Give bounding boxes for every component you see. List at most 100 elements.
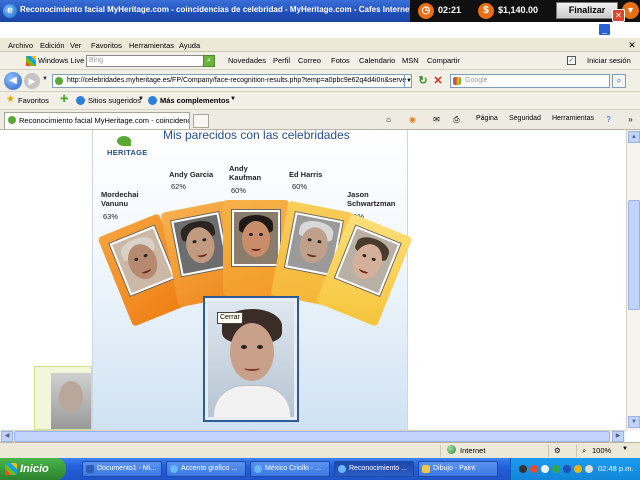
url-input[interactable]: http://celebridades.myheritage.es/FP/Com… (52, 74, 412, 88)
toolbar-novedades[interactable]: Novedades (228, 56, 266, 65)
celebrity-name: Andy Kaufman (229, 164, 262, 182)
favorites-button[interactable]: Favoritos (18, 96, 49, 105)
toolbar-compartir[interactable]: Compartir (427, 56, 460, 65)
search-icon[interactable]: ⌕ (612, 74, 626, 88)
menu-favoritos[interactable]: Favoritos (91, 41, 122, 50)
start-button[interactable]: Inicio (0, 458, 66, 480)
cafe-timer-bar: ◷ 02:21 $ $1,140.00 Finalizar ▼ (410, 0, 640, 22)
vertical-scrollbar[interactable]: ▲ ▼ (626, 130, 640, 430)
toolbar-fotos[interactable]: Fotos (331, 56, 350, 65)
rss-icon[interactable]: ◉ (408, 115, 417, 124)
toolbar-calendario[interactable]: Calendario (359, 56, 395, 65)
windows-live-label[interactable]: Windows Live (38, 56, 84, 65)
tray-icon[interactable] (563, 465, 571, 473)
taskbar-item-paint[interactable]: Dibujo - Paint (418, 461, 498, 477)
vertical-scroll-thumb[interactable] (628, 200, 640, 310)
taskbar-clock: 02:48 p.m. (598, 464, 634, 473)
face-image (242, 221, 270, 258)
stop-icon[interactable]: ✕ (432, 75, 444, 87)
horizontal-scrollbar[interactable]: ◀ ▶ (0, 430, 626, 442)
home-icon[interactable]: ⌂ (384, 115, 393, 124)
timer-money: $1,140.00 (498, 5, 539, 15)
menu-ayuda[interactable]: Ayuda (179, 41, 200, 50)
page-menu[interactable]: Página (476, 115, 498, 122)
help-icon[interactable]: ? (604, 115, 613, 124)
tray-icon[interactable] (574, 465, 582, 473)
page-content: HERITAGE Mis parecidos con las celebrida… (0, 130, 626, 430)
taskbar-item-label: Reconocimiento ... (349, 465, 407, 472)
taskbar-item-browser[interactable]: México Criollo - ... (250, 461, 330, 477)
word-icon (86, 465, 94, 473)
search-icon[interactable]: ⌕ (203, 55, 215, 67)
tray-icon[interactable] (530, 465, 538, 473)
close-icon[interactable]: ✕ (612, 9, 625, 22)
celebrity-name: Jason Schwartzman (347, 190, 396, 208)
zoom-level[interactable]: 100% (592, 446, 611, 455)
toolbar-msn[interactable]: MSN (402, 56, 419, 65)
tab-active[interactable]: Reconocimiento facial MyHeritage.com - c… (4, 112, 190, 129)
menu-edicion[interactable]: Edición (40, 41, 65, 50)
google-search-input[interactable]: Google (450, 74, 610, 88)
new-tab-button[interactable] (193, 114, 209, 128)
start-label: Inicio (20, 463, 49, 475)
tray-icon[interactable] (541, 465, 549, 473)
bing-search-input[interactable]: Bing (86, 55, 206, 67)
chevron-right-icon[interactable]: » (626, 115, 635, 124)
scroll-up-icon[interactable]: ▲ (628, 131, 640, 143)
taskbar-item-word[interactable]: Documento1 - Mi... (82, 461, 162, 477)
finalizar-button[interactable]: Finalizar (556, 2, 618, 19)
ie-page-icon (148, 96, 157, 105)
chevron-down-icon[interactable]: ▼ (230, 96, 236, 102)
paint-icon (422, 465, 430, 473)
history-dropdown-icon[interactable]: ▼ (42, 76, 48, 82)
speaker-icon[interactable] (585, 465, 593, 473)
zoom-icon[interactable]: ⌕ (582, 446, 586, 456)
tray-icon[interactable] (519, 465, 527, 473)
tools-menu[interactable]: Herramientas (552, 115, 594, 122)
menu-ver[interactable]: Ver (70, 41, 81, 50)
scroll-right-icon[interactable]: ▶ (612, 431, 624, 442)
celebrity-percent: 60% (231, 186, 247, 195)
suggested-sites-link[interactable]: Sitios sugeridos (88, 96, 141, 105)
toolbar-perfil[interactable]: Perfil (273, 56, 290, 65)
windows-live-icon (26, 56, 36, 66)
horizontal-scroll-thumb[interactable] (14, 431, 610, 442)
scroll-down-icon[interactable]: ▼ (628, 416, 640, 428)
url-dropdown-icon[interactable]: ▼ (404, 74, 413, 88)
taskbar-item-active[interactable]: Reconocimiento ... (334, 461, 414, 477)
refresh-icon[interactable]: ↻ (417, 75, 429, 87)
signin-link[interactable]: Iniciar sesión (587, 56, 631, 65)
forward-arrow-icon[interactable]: ▶ (24, 73, 40, 89)
tray-icon[interactable] (552, 465, 560, 473)
chevron-down-icon[interactable]: ▼ (622, 446, 628, 452)
windows-live-toolbar: Windows Live Bing ⌕ Novedades Perfil Cor… (0, 52, 640, 70)
add-favorite-icon[interactable]: ✚ (60, 95, 68, 105)
star-icon[interactable]: ★ (6, 95, 15, 105)
scroll-left-icon[interactable]: ◀ (1, 431, 13, 442)
more-addons-link[interactable]: Más complementos (160, 96, 230, 105)
celebrity-results-panel: HERITAGE Mis parecidos con las celebrida… (92, 130, 413, 430)
back-arrow-icon[interactable]: ◀ (4, 72, 22, 90)
protected-mode-icon[interactable]: ⚙ (554, 446, 561, 455)
minimize-icon[interactable]: _ (598, 23, 611, 36)
menu-herramientas[interactable]: Herramientas (129, 41, 174, 50)
myheritage-logo-text: HERITAGE (107, 148, 148, 157)
checkmark-icon[interactable]: ✓ (567, 56, 576, 65)
taskbar-item-browser[interactable]: Accento grafico ... (166, 461, 246, 477)
chevron-down-icon[interactable]: ▼ (138, 96, 144, 102)
security-menu[interactable]: Seguridad (509, 115, 541, 122)
celebrity-name: Andy Garcia (169, 170, 214, 179)
status-bar (0, 442, 640, 458)
side-thumbnail[interactable] (34, 366, 92, 430)
celebrity-percent: 60% (292, 182, 308, 191)
taskbar: Inicio Documento1 - Mi... Accento grafic… (0, 458, 640, 480)
celebrity-name: Ed Harris (289, 170, 323, 179)
toolbar-correo[interactable]: Correo (298, 56, 321, 65)
shirt-shape (214, 385, 290, 417)
mail-icon[interactable]: ✉ (432, 115, 441, 124)
print-icon[interactable]: ⎙ (452, 115, 461, 124)
window-title-bar: e Reconocimiento facial MyHeritage.com -… (0, 0, 640, 22)
ie-icon (170, 465, 178, 473)
close-tab-icon[interactable]: ✕ (626, 39, 638, 51)
menu-archivo[interactable]: Archivo (8, 41, 33, 50)
